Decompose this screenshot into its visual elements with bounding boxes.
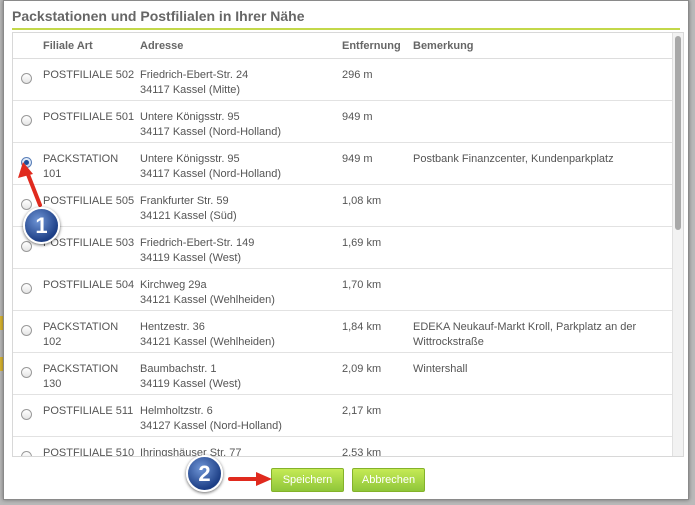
- callout-arrow-1: [18, 162, 272, 486]
- step-badge-2: 2: [186, 455, 223, 492]
- step-badge-1: 1: [23, 207, 60, 244]
